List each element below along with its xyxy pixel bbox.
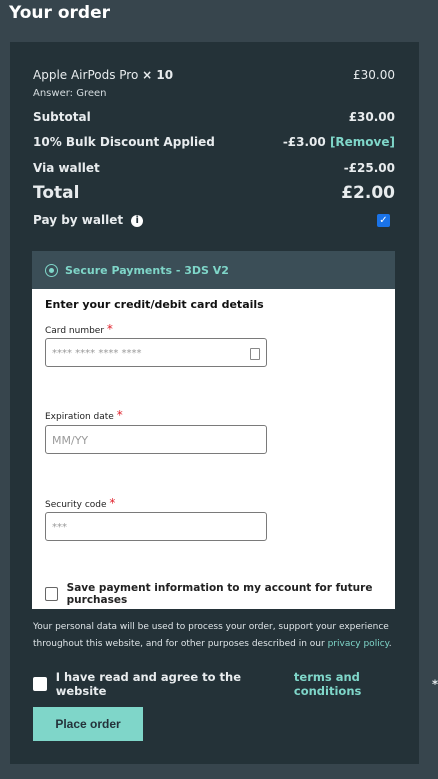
wallet-value: -£25.00 [343,161,395,175]
subtotal-row: Subtotal £30.00 [33,110,395,124]
terms-checkbox[interactable] [33,677,47,691]
discount-label: 10% Bulk Discount Applied [33,135,215,149]
subtotal-value: £30.00 [348,110,395,124]
expiration-label: Expiration date * [45,408,123,422]
pay-by-wallet-row: Pay by wallet i ✓ [33,213,395,227]
product-row: Apple AirPods Pro × 10 £30.00 [33,68,395,82]
required-mark: * [106,322,113,336]
card-heading: Enter your credit/debit card details [45,298,264,311]
card-number-input[interactable]: **** **** **** **** [45,338,267,367]
remove-discount-link[interactable]: [Remove] [330,135,395,149]
total-label: Total [33,183,80,203]
place-order-button[interactable]: Place order [33,707,143,741]
card-lock-icon [250,348,260,360]
card-number-label: Card number * [45,322,113,336]
privacy-notice: Your personal data will be used to proce… [33,622,392,649]
total-row: Total £2.00 [33,183,395,203]
page-title: Your order [9,3,110,23]
card-details-box: Enter your credit/debit card details Car… [32,289,395,609]
required-mark: * [116,408,123,422]
radio-selected-icon[interactable] [45,263,58,277]
pay-by-wallet-label: Pay by wallet [33,213,124,227]
payment-method-header[interactable]: Secure Payments - 3DS V2 [32,251,395,289]
product-name: Apple AirPods Pro [33,68,139,82]
terms-row[interactable]: I have read and agree to the website ter… [33,670,438,698]
terms-required-mark: * [431,677,438,691]
wallet-row: Via wallet -£25.00 [33,161,395,175]
product-price: £30.00 [353,68,395,82]
total-value: £2.00 [341,183,395,203]
pay-by-wallet-checkbox[interactable]: ✓ [377,213,390,227]
save-payment-label: Save payment information to my account f… [66,582,373,606]
security-code-label: Security code * [45,496,116,510]
terms-text: I have read and agree to the website [55,670,242,698]
terms-link[interactable]: terms and conditions [294,670,428,698]
wallet-label: Via wallet [33,161,100,175]
discount-row: 10% Bulk Discount Applied -£3.00 [Remove… [33,135,395,149]
expiration-input[interactable]: MM/YY [45,425,267,454]
payment-method-label: Secure Payments - 3DS V2 [65,263,229,277]
discount-value: -£3.00 [282,135,326,149]
info-icon[interactable]: i [131,214,144,227]
save-payment-row[interactable]: Save payment information to my account f… [45,582,395,606]
security-code-input[interactable]: *** [45,512,267,541]
privacy-policy-link[interactable]: privacy policy [328,639,389,649]
required-mark: * [109,496,116,510]
subtotal-label: Subtotal [33,110,91,124]
product-answer: Answer: Green [33,88,107,99]
save-payment-checkbox[interactable] [45,587,58,601]
product-quantity: × 10 [142,68,174,82]
